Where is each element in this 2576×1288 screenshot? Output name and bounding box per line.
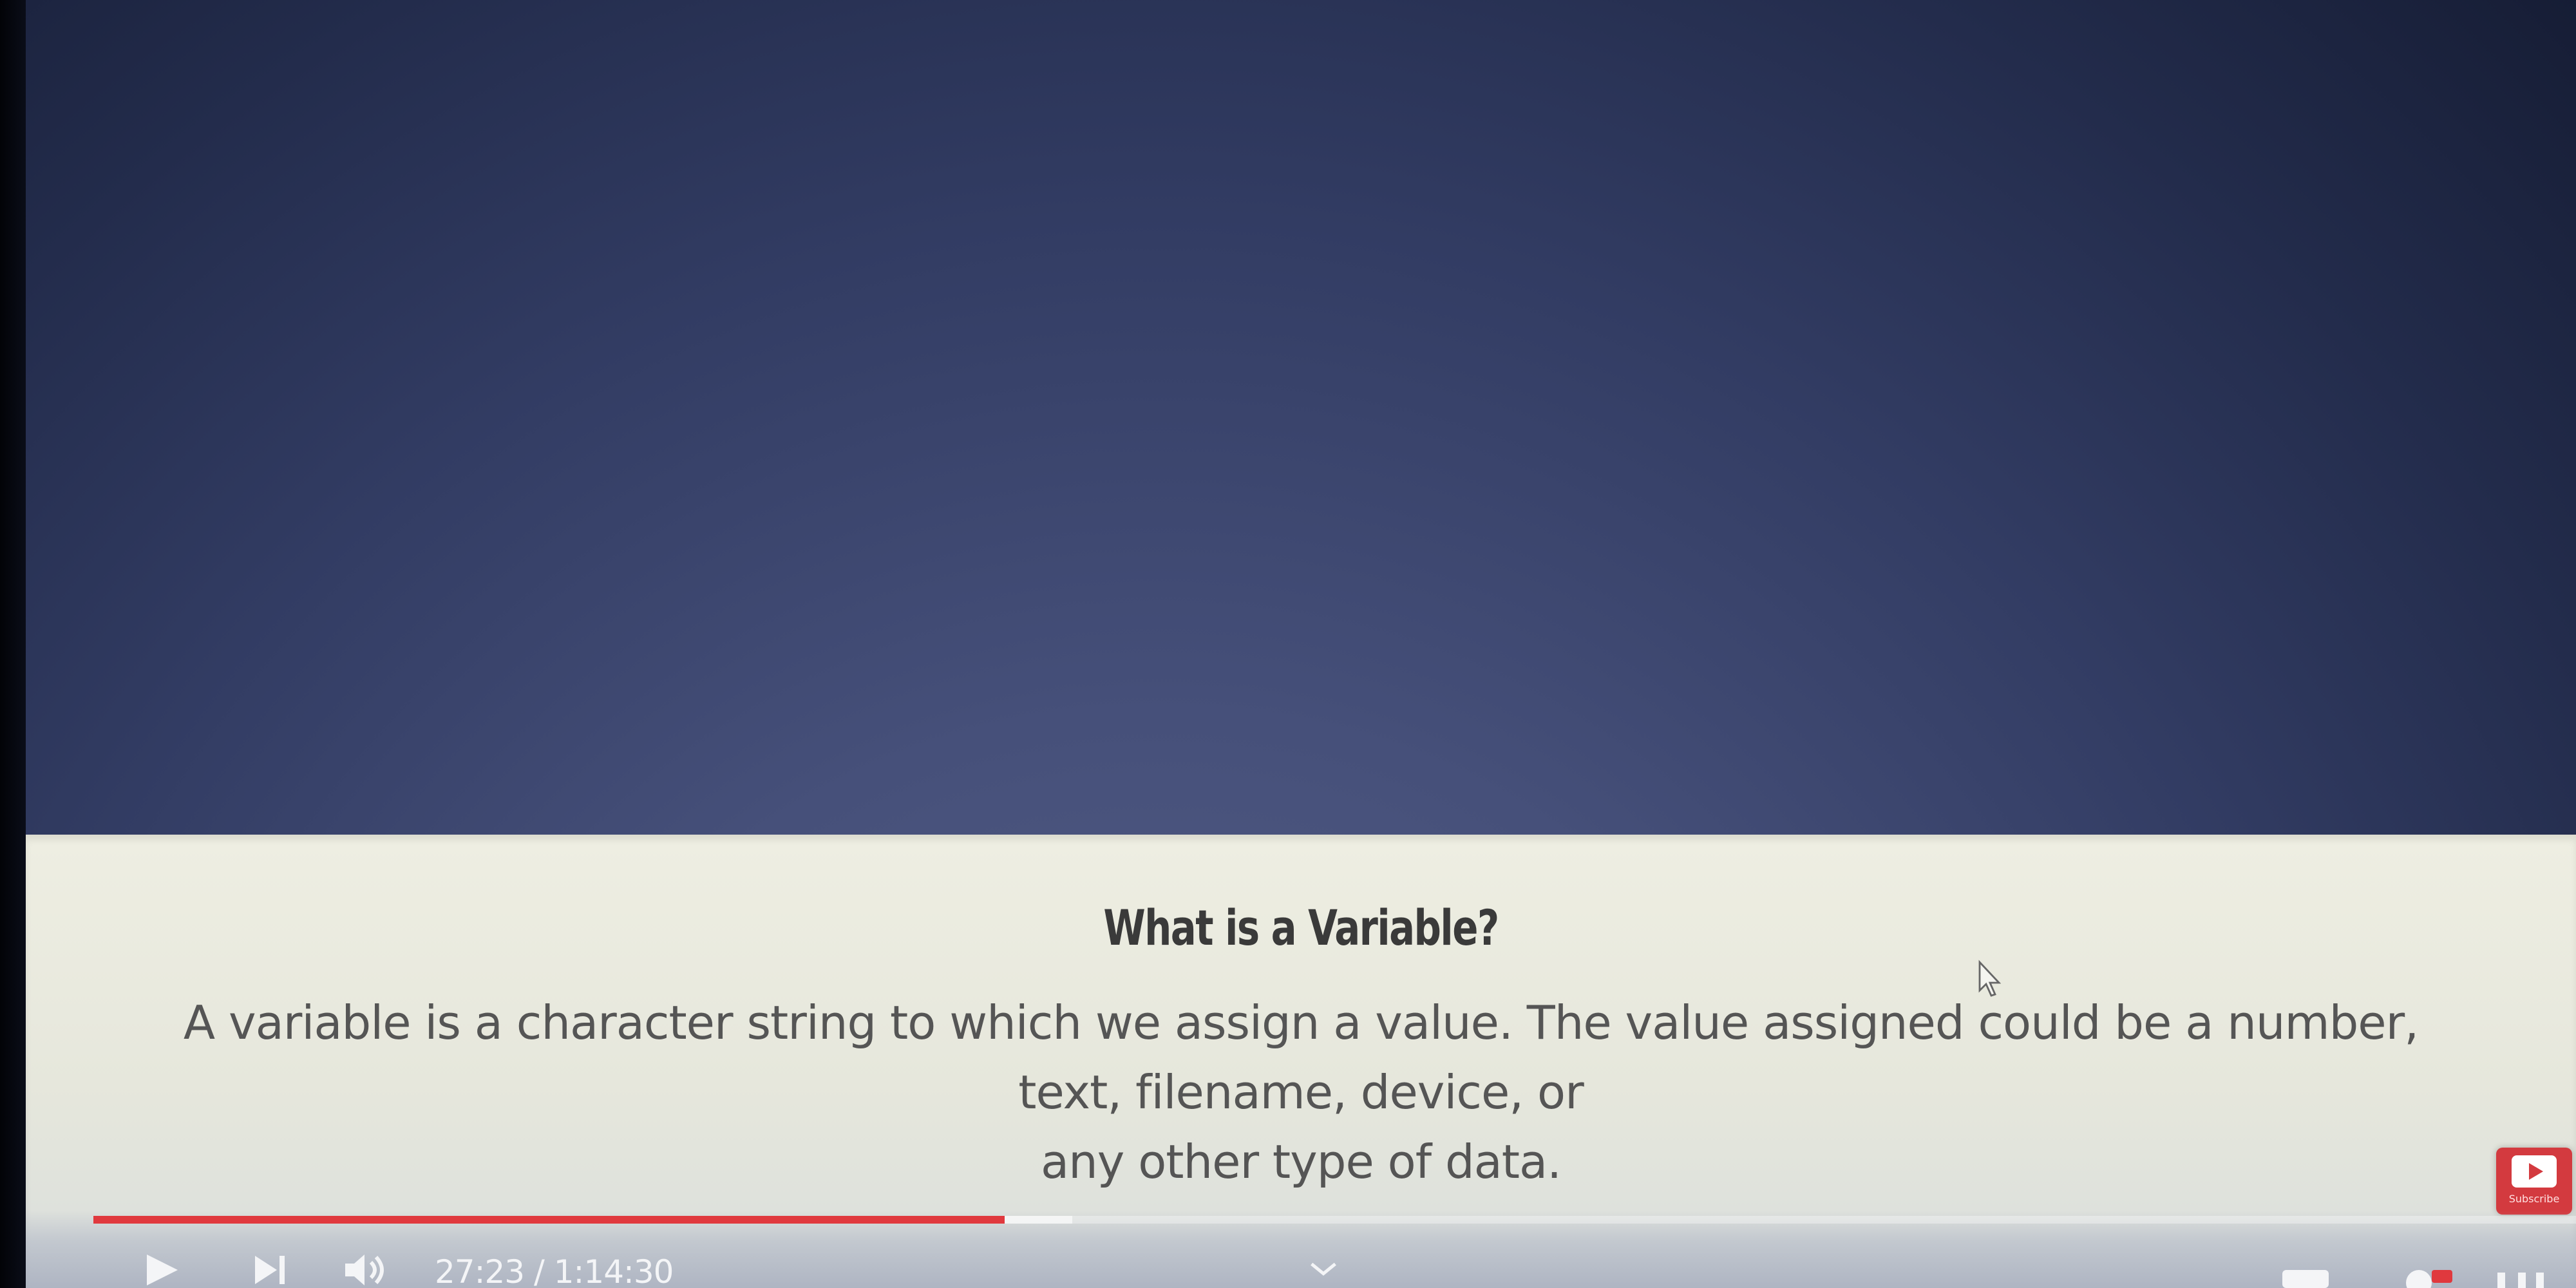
subscribe-play-icon (2512, 1155, 2557, 1188)
mouse-cursor-icon (1978, 960, 2002, 997)
theater-icon[interactable] (2492, 1267, 2550, 1288)
slide-body: A variable is a character string to whic… (142, 988, 2460, 1197)
duration: 1:14:30 (553, 1253, 674, 1288)
volume-icon[interactable] (341, 1252, 399, 1288)
subtitles-icon[interactable] (2280, 1267, 2331, 1288)
subscribe-button[interactable]: Subscribe (2496, 1148, 2572, 1215)
settings-icon[interactable] (2396, 1267, 2454, 1288)
slide-title: What is a Variable? (1103, 899, 1499, 956)
time-display: 27:23 / 1:14:30 (435, 1253, 674, 1288)
slide-body-line-1: A variable is a character string to whic… (183, 996, 2419, 1119)
slide-body-line-2: any other type of data. (1040, 1135, 1562, 1189)
subscribe-label: Subscribe (2508, 1193, 2560, 1205)
progress-played (93, 1216, 1005, 1224)
next-icon[interactable] (251, 1252, 290, 1288)
screen-bezel (0, 0, 26, 1288)
video-player[interactable]: What is a Variable? A variable is a char… (0, 0, 2576, 1288)
play-icon[interactable] (142, 1252, 180, 1288)
current-time: 27:23 (435, 1253, 525, 1288)
time-separator: / (524, 1253, 554, 1288)
chevron-down-icon[interactable] (1307, 1260, 1340, 1279)
